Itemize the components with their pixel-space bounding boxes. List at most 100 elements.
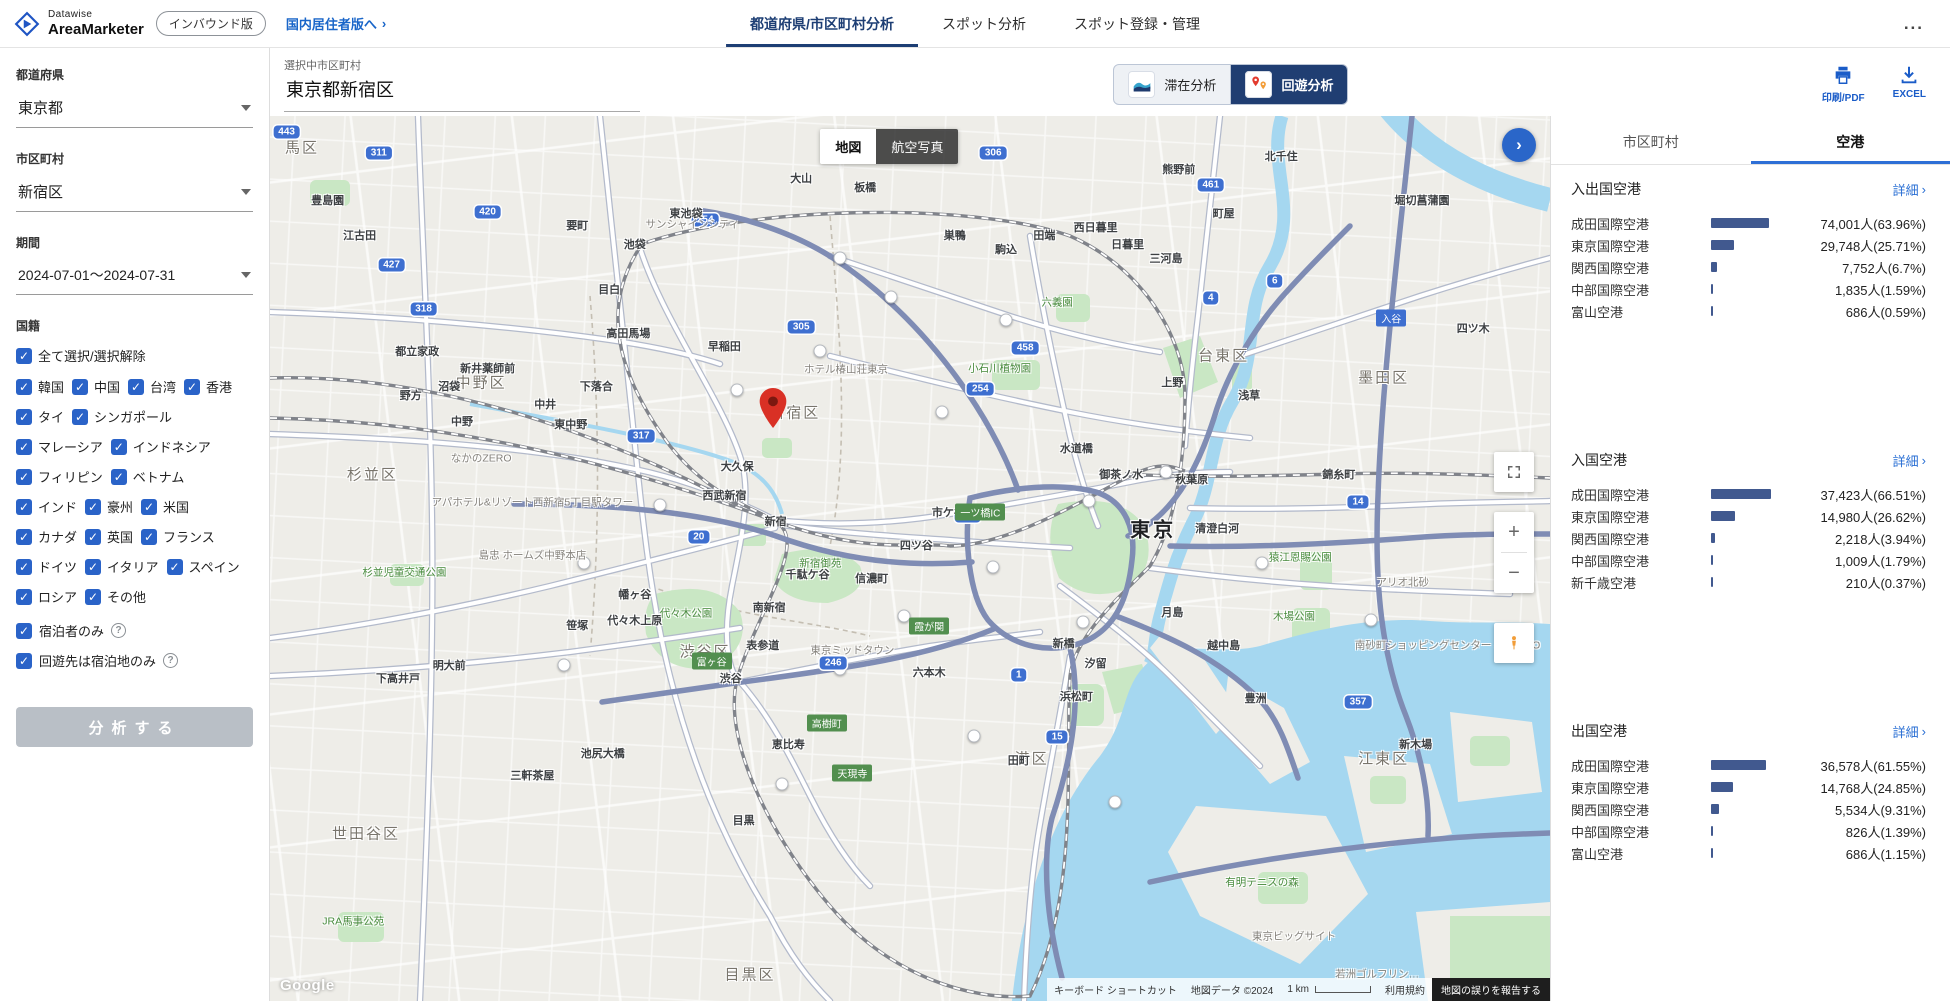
airport-bar: [1711, 511, 1735, 521]
map-canvas[interactable]: [270, 116, 1550, 1001]
nationality-checkbox[interactable]: ✓ 台湾: [128, 377, 176, 396]
mode-stay-button[interactable]: 滞在分析: [1114, 65, 1230, 104]
nationality-label: マレーシア: [38, 437, 103, 456]
nationality-checkbox[interactable]: ✓ スペイン: [167, 557, 240, 576]
airport-row: 関西国際空港 2,218人(3.94%): [1571, 527, 1926, 549]
terms-link[interactable]: 利用規約: [1378, 978, 1432, 1001]
help-icon[interactable]: ?: [163, 653, 178, 668]
excel-download-button[interactable]: EXCEL: [1893, 64, 1926, 104]
nationality-checkbox[interactable]: ✓ インドネシア: [111, 437, 211, 456]
airport-rows: 成田国際空港 74,001人(63.96%) 東京国際空港 29,748人(25…: [1571, 212, 1926, 322]
overflow-menu-icon[interactable]: ...: [1878, 14, 1950, 34]
nationality-checkbox[interactable]: ✓ カナダ: [16, 527, 77, 546]
print-pdf-button[interactable]: 印刷/PDF: [1822, 64, 1865, 104]
nationality-checkbox[interactable]: ✓ 英国: [85, 527, 133, 546]
airport-value: 686人(0.59%): [1846, 302, 1926, 321]
brand-text: Datawise AreaMarketer: [48, 9, 144, 38]
nationality-checkbox[interactable]: ✓ 米国: [141, 497, 189, 516]
airport-rows: 成田国際空港 36,578人(61.55%) 東京国際空港 14,768人(24…: [1571, 754, 1926, 864]
checkbox-checked-icon: ✓: [85, 499, 101, 515]
nationality-label: 香港: [206, 377, 232, 396]
domestic-version-link[interactable]: 国内居住者版へ ›: [286, 14, 386, 33]
keyboard-shortcuts-link[interactable]: キーボード ショートカット: [1047, 978, 1184, 1001]
google-logo: Google: [280, 977, 335, 994]
nationality-label: フィリピン: [38, 467, 103, 486]
nationality-label: シンガポール: [94, 407, 172, 426]
airport-value: 14,768人(24.85%): [1820, 778, 1926, 797]
map-attribution: キーボード ショートカット 地図データ ©2024 1 km 利用規約 地図の誤…: [1047, 978, 1550, 1001]
nationality-checkbox[interactable]: ✓ タイ: [16, 407, 64, 426]
tab-spot-management[interactable]: スポット登録・管理: [1050, 0, 1224, 47]
nationality-label: 台湾: [150, 377, 176, 396]
airport-row: 成田国際空港 37,423人(66.51%): [1571, 483, 1926, 505]
analysis-mode-toggle: 滞在分析 回遊分析: [1113, 64, 1348, 105]
stay-only-checkbox[interactable]: ✓ 宿泊者のみ ?: [16, 621, 245, 640]
excursion-analysis-icon: [1245, 71, 1272, 98]
airport-bar: [1711, 262, 1717, 272]
map-type-map-button[interactable]: 地図: [820, 129, 876, 164]
selected-location-pin[interactable]: [760, 388, 787, 428]
checkbox-checked-icon: ✓: [16, 439, 32, 455]
tab-spot-analysis[interactable]: スポット分析: [918, 0, 1050, 47]
checkbox-checked-icon: ✓: [141, 499, 157, 515]
nationality-checkbox[interactable]: ✓ 豪州: [85, 497, 133, 516]
detail-link[interactable]: 詳細 ›: [1893, 451, 1926, 470]
help-icon[interactable]: ?: [111, 623, 126, 638]
nationality-checkbox[interactable]: ✓ インド: [16, 497, 77, 516]
pegman-button[interactable]: [1494, 623, 1534, 663]
analysis-topbar: 選択中市区町村 東京都新宿区 滞在分析: [270, 48, 1950, 116]
detail-link[interactable]: 詳細 ›: [1893, 180, 1926, 199]
airport-name: 関西国際空港: [1571, 800, 1711, 819]
analyze-button[interactable]: 分析する: [16, 707, 253, 747]
airport-value: 5,534人(9.31%): [1835, 800, 1926, 819]
nationality-checkbox[interactable]: ✓ その他: [85, 587, 146, 606]
section-entry-exit-airports: 入出国空港 詳細 › 成田国際空港: [1571, 179, 1926, 322]
checkbox-checked-icon: ✓: [72, 379, 88, 395]
selected-city-value: 東京都新宿区: [284, 76, 640, 112]
nationality-checkbox[interactable]: ✓ フランス: [141, 527, 215, 546]
section-title: 入国空港: [1571, 450, 1627, 470]
nationality-checkbox[interactable]: ✓ シンガポール: [72, 407, 172, 426]
section-title: 入出国空港: [1571, 179, 1641, 199]
nationality-label: 英国: [107, 527, 133, 546]
city-select[interactable]: 新宿区: [16, 179, 253, 212]
fullscreen-icon: [1505, 463, 1523, 481]
nationality-checkbox[interactable]: ✓ マレーシア: [16, 437, 103, 456]
tab-prefecture-city-analysis[interactable]: 都道府県/市区町村分析: [726, 0, 918, 47]
nationality-checkbox[interactable]: ✓ 香港: [184, 377, 232, 396]
panel-tab-airport[interactable]: 空港: [1751, 122, 1950, 164]
airport-value: 14,980人(26.62%): [1820, 507, 1926, 526]
nationality-checkbox[interactable]: ✓ イタリア: [85, 557, 158, 576]
detail-link[interactable]: 詳細 ›: [1893, 722, 1926, 741]
report-map-error-link[interactable]: 地図の誤りを報告する: [1432, 978, 1550, 1001]
stay-only-label: 宿泊者のみ: [39, 621, 104, 640]
checkbox-checked-icon: ✓: [16, 589, 32, 605]
nationality-checkbox[interactable]: ✓ ドイツ: [16, 557, 77, 576]
panel-collapse-button[interactable]: ›: [1502, 128, 1536, 162]
prefecture-select[interactable]: 東京都: [16, 95, 253, 128]
fullscreen-button[interactable]: [1494, 452, 1534, 492]
airport-row: 関西国際空港 5,534人(9.31%): [1571, 798, 1926, 820]
zoom-in-button[interactable]: +: [1494, 512, 1534, 552]
period-select[interactable]: 2024-07-01〜2024-07-31: [16, 263, 253, 295]
checkbox-checked-icon: ✓: [16, 499, 32, 515]
airport-row: 新千歳空港 210人(0.37%): [1571, 571, 1926, 593]
nationality-checkbox[interactable]: ✓ 中国: [72, 377, 120, 396]
panel-tab-city[interactable]: 市区町村: [1551, 122, 1751, 164]
nationality-checkbox[interactable]: ✓ フィリピン: [16, 467, 103, 486]
checkbox-checked-icon: ✓: [141, 529, 157, 545]
mode-excursion-button[interactable]: 回遊分析: [1230, 65, 1347, 104]
excursion-lodging-only-checkbox[interactable]: ✓ 回遊先は宿泊地のみ ?: [16, 651, 245, 670]
map-type-satellite-button[interactable]: 航空写真: [876, 129, 958, 164]
nationality-checkbox[interactable]: ✓ ロシア: [16, 587, 77, 606]
airport-name: 富山空港: [1571, 302, 1711, 321]
nationality-checkbox[interactable]: ✓ ベトナム: [111, 467, 185, 486]
nationality-checkbox[interactable]: ✓ 韓国: [16, 377, 64, 396]
select-all-label: 全て選択/選択解除: [38, 346, 146, 365]
select-all-checkbox[interactable]: ✓ 全て選択/選択解除: [16, 346, 146, 365]
prefecture-value: 東京都: [18, 97, 63, 118]
nationality-label: フランス: [163, 527, 215, 546]
zoom-out-button[interactable]: −: [1494, 553, 1534, 593]
airport-bar: [1711, 826, 1713, 836]
detail-label: 詳細: [1893, 180, 1919, 199]
